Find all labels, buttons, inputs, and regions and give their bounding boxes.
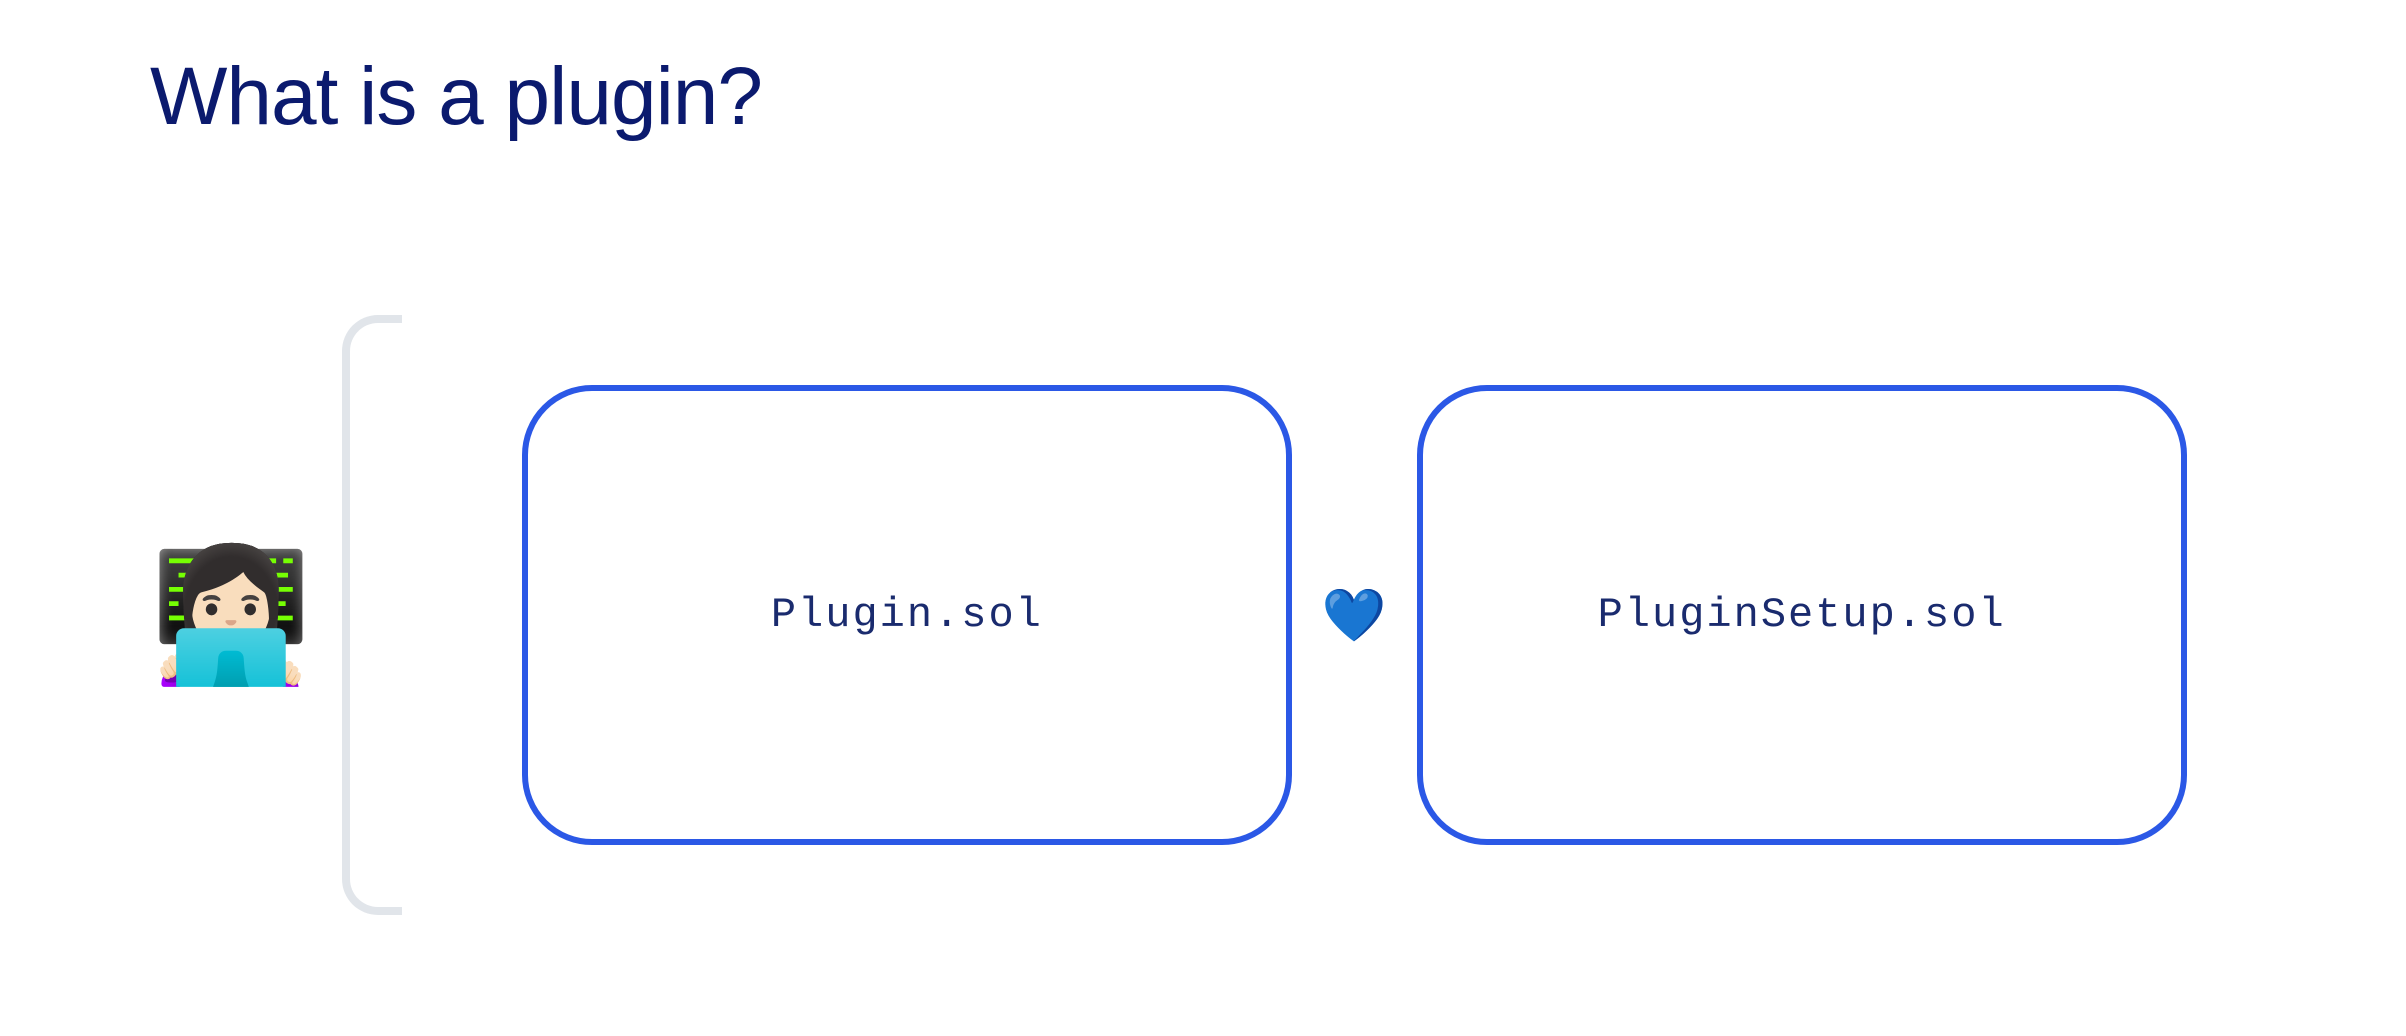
plugin-box: Plugin.sol	[522, 385, 1292, 845]
slide-title: What is a plugin?	[150, 50, 762, 144]
plugin-setup-box: PluginSetup.sol	[1417, 385, 2187, 845]
diagram-area: 👩🏻‍💻 Plugin.sol 💙 PluginSetup.sol	[150, 300, 2187, 930]
developer-icon: 👩🏻‍💻	[150, 550, 312, 680]
heart-icon: 💙	[1322, 585, 1387, 646]
plugin-setup-label: PluginSetup.sol	[1598, 591, 2006, 639]
bracket-icon	[342, 315, 402, 915]
plugin-label: Plugin.sol	[771, 591, 1043, 639]
